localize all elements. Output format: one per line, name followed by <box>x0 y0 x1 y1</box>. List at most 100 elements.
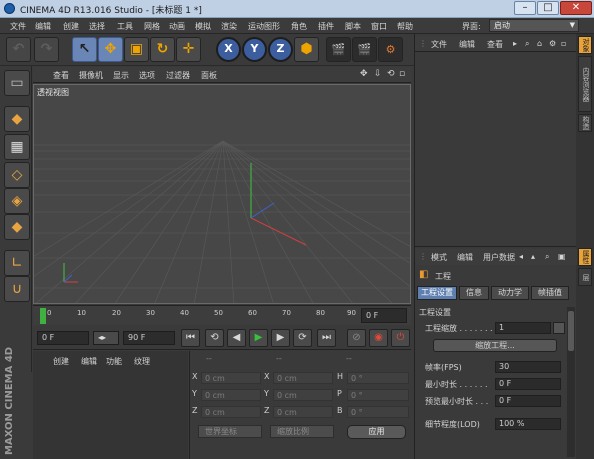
menu-simulate[interactable]: 模拟 <box>195 21 211 32</box>
close-button[interactable]: ✕ <box>560 1 592 15</box>
project-scale-field[interactable]: 1 <box>495 322 551 334</box>
size-y-field[interactable]: 0 cm <box>273 389 333 401</box>
scrollbar-thumb[interactable] <box>568 311 574 351</box>
search-icon[interactable]: ⌕ <box>545 252 549 262</box>
side-tab-attributes[interactable]: 属性 <box>578 248 592 266</box>
render-picture-viewer-icon[interactable]: 🎬 <box>352 37 377 62</box>
texture-mode-icon[interactable]: ▦ <box>4 134 30 160</box>
menu-character[interactable]: 角色 <box>291 21 307 32</box>
attr-menu-edit[interactable]: 编辑 <box>457 252 473 263</box>
unit-select[interactable] <box>553 322 565 334</box>
rotation-h-field[interactable]: 0 ° <box>347 372 409 384</box>
z-axis-icon[interactable]: Z <box>268 37 293 62</box>
points-mode-icon[interactable]: ◇ <box>4 162 30 188</box>
attribute-scrollbar[interactable] <box>567 307 575 457</box>
min-time-field[interactable]: 0 F <box>495 378 561 390</box>
play-icon[interactable]: ▶ <box>249 329 268 347</box>
minimize-button[interactable]: – <box>514 1 536 15</box>
select-cursor-icon[interactable]: ↖ <box>72 37 97 62</box>
mat-menu-texture[interactable]: 纹理 <box>134 356 150 367</box>
go-to-start-icon[interactable]: ⏮ <box>181 329 200 347</box>
menu-edit[interactable]: 编辑 <box>35 21 51 32</box>
lod-field[interactable]: 100 % <box>495 418 561 430</box>
back-icon[interactable]: ◂ <box>519 252 523 261</box>
search-icon[interactable]: ⌕ <box>525 39 529 49</box>
menu-animate[interactable]: 动画 <box>169 21 185 32</box>
preview-min-time-field[interactable]: 0 F <box>495 395 561 407</box>
fps-field[interactable]: 30 <box>495 361 561 373</box>
move-icon[interactable]: ✥ <box>98 37 123 62</box>
previous-frame-icon[interactable]: ◀ <box>227 329 246 347</box>
menu-mograph[interactable]: 运动图形 <box>248 21 280 32</box>
size-x-field[interactable]: 0 cm <box>273 372 333 384</box>
interface-select[interactable]: 启动 ▼ <box>489 19 579 32</box>
vp-menu-view[interactable]: 查看 <box>53 70 69 81</box>
scale-project-button[interactable]: 缩放工程... <box>433 339 557 352</box>
perspective-viewport[interactable]: 透视视图 <box>33 84 411 304</box>
attr-menu-userdata[interactable]: 用户数据 <box>483 252 515 263</box>
next-key-icon[interactable]: ⟳ <box>293 329 312 347</box>
scale-mode-select[interactable]: 缩放比例 <box>270 425 334 438</box>
add-icon[interactable]: ✛ <box>176 37 201 62</box>
end-frame-field[interactable]: 90 F <box>123 331 175 345</box>
pan-icon[interactable]: ✥ <box>360 69 368 79</box>
side-tab-content-browser[interactable]: 内容浏览器 <box>578 56 592 112</box>
menu-plugins[interactable]: 插件 <box>318 21 334 32</box>
previous-key-icon[interactable]: ⟲ <box>205 329 224 347</box>
attr-menu-mode[interactable]: 模式 <box>431 252 447 263</box>
next-frame-icon[interactable]: ▶ <box>271 329 290 347</box>
side-tab-objects[interactable]: 对象 <box>578 36 592 54</box>
maximize-button[interactable]: □ <box>537 1 559 15</box>
coordinate-system-icon[interactable]: ⬢ <box>294 37 319 62</box>
render-view-icon[interactable]: 🎬 <box>326 37 351 62</box>
menu-file[interactable]: 文件 <box>10 21 26 32</box>
maximize-view-icon[interactable]: ▫ <box>399 69 405 79</box>
current-frame-marker[interactable] <box>40 308 46 324</box>
snap-icon[interactable]: ∪ <box>4 276 30 302</box>
obj-menu-view[interactable]: 查看 <box>487 39 503 50</box>
search-icon[interactable]: ▸ <box>513 39 517 48</box>
model-mode-icon[interactable]: ◆ <box>4 106 30 132</box>
rotation-b-field[interactable]: 0 ° <box>347 406 409 418</box>
menu-mesh[interactable]: 网格 <box>144 21 160 32</box>
new-window-icon[interactable]: ▫ <box>561 39 566 48</box>
go-to-end-icon[interactable]: ⏭ <box>317 329 336 347</box>
up-icon[interactable]: ▴ <box>531 252 535 261</box>
tab-dynamics[interactable]: 动力学 <box>491 286 529 300</box>
edges-mode-icon[interactable]: ◈ <box>4 188 30 214</box>
drag-handle-icon[interactable]: ⋮ <box>419 252 427 261</box>
size-z-field[interactable]: 0 cm <box>273 406 333 418</box>
mat-menu-edit[interactable]: 编辑 <box>81 356 97 367</box>
rotation-p-field[interactable]: 0 ° <box>347 389 409 401</box>
side-tab-layers[interactable]: 层 <box>578 268 592 286</box>
tab-key-interpolation[interactable]: 帧插值 <box>531 286 569 300</box>
tab-project-settings[interactable]: 工程设置 <box>417 286 457 300</box>
scale-icon[interactable]: ▣ <box>124 37 149 62</box>
position-z-field[interactable]: 0 cm <box>201 406 261 418</box>
menu-create[interactable]: 创建 <box>63 21 79 32</box>
rotate-icon[interactable]: ↻ <box>150 37 175 62</box>
mat-menu-function[interactable]: 功能 <box>106 356 122 367</box>
vp-menu-display[interactable]: 显示 <box>113 70 129 81</box>
rotate-view-icon[interactable]: ⟲ <box>387 69 395 79</box>
menu-select[interactable]: 选择 <box>89 21 105 32</box>
x-axis-icon[interactable]: X <box>216 37 241 62</box>
position-x-field[interactable]: 0 cm <box>201 372 261 384</box>
menu-help[interactable]: 帮助 <box>397 21 413 32</box>
lock-icon[interactable]: ▣ <box>558 252 566 261</box>
polygons-mode-icon[interactable]: ◆ <box>4 214 30 240</box>
menu-script[interactable]: 脚本 <box>345 21 361 32</box>
vp-menu-filter[interactable]: 过滤器 <box>166 70 190 81</box>
coordinate-space-select[interactable]: 世界坐标 <box>198 425 262 438</box>
apply-button[interactable]: 应用 <box>347 425 406 439</box>
range-stepper[interactable]: ◂▸ <box>93 331 119 345</box>
mat-menu-create[interactable]: 创建 <box>53 356 69 367</box>
vp-menu-camera[interactable]: 摄像机 <box>79 70 103 81</box>
render-settings-icon[interactable]: ⚙ <box>378 37 403 62</box>
zoom-icon[interactable]: ⇩ <box>374 69 382 79</box>
menu-render[interactable]: 渲染 <box>221 21 237 32</box>
menu-tools[interactable]: 工具 <box>117 21 133 32</box>
autokeying-icon[interactable]: ⏻ <box>391 329 410 347</box>
redo-icon[interactable]: ↷ <box>34 37 59 62</box>
side-tab-structure[interactable]: 构造 <box>578 114 592 132</box>
